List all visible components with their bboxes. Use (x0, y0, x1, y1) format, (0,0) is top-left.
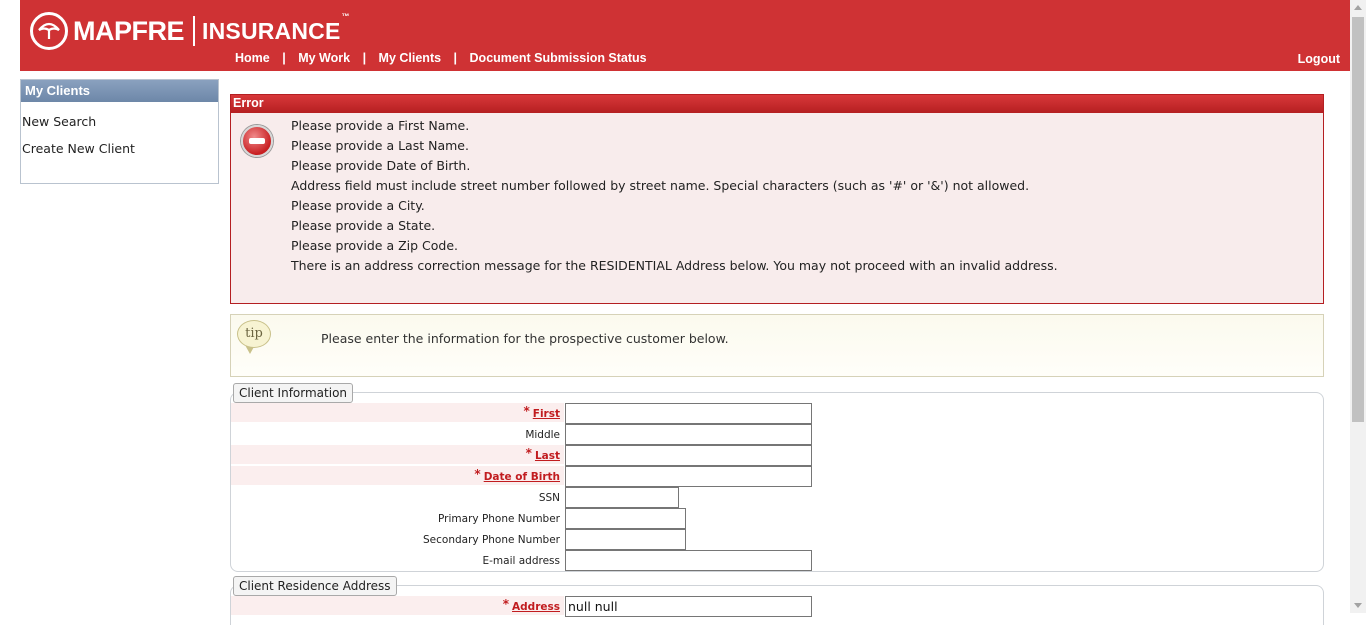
date-of-birth-row: * Date of Birth (231, 466, 564, 485)
nav-separator: | (453, 51, 458, 65)
secondary-phone-row: Secondary Phone Number (231, 529, 564, 548)
logo-divider (193, 16, 195, 46)
primary-phone-row: Primary Phone Number (231, 508, 564, 527)
email-input[interactable] (565, 550, 812, 571)
last-name-row: * Last (231, 445, 564, 464)
error-message: Please provide Date of Birth. (291, 158, 471, 173)
client-information-legend: Client Information (233, 383, 354, 403)
error-message: Please provide a State. (291, 218, 436, 233)
error-title: Error (231, 95, 1323, 113)
client-residence-address-legend: Client Residence Address (233, 576, 397, 596)
last-name-input[interactable] (565, 445, 812, 466)
sidebar-item-create-new-client[interactable]: Create New Client (21, 135, 218, 162)
date-of-birth-input[interactable] (565, 466, 812, 487)
logout-link[interactable]: Logout (1298, 52, 1340, 66)
logo-name: MAPFRE (73, 15, 185, 46)
error-message: Please provide a Zip Code. (291, 238, 459, 253)
sidebar-item-new-search[interactable]: New Search (21, 108, 218, 135)
stop-icon (241, 125, 273, 157)
secondary-phone-label: Secondary Phone Number (423, 534, 560, 546)
ssn-row: SSN (231, 487, 564, 506)
first-name-label[interactable]: * First (523, 404, 560, 422)
error-list: Please provide a First Name. Please prov… (291, 116, 1058, 276)
address-input[interactable]: null null (565, 596, 812, 617)
client-information-section: Client Information * First Middle * Last *… (230, 383, 1324, 572)
ssn-label: SSN (538, 492, 560, 504)
required-icon: * (523, 404, 530, 418)
email-label: E-mail address (482, 555, 560, 567)
scroll-down-icon[interactable] (1354, 603, 1362, 608)
app-header: MAPFRE INSURANCE™ Home | My Work | My Cl… (20, 0, 1350, 71)
middle-name-input[interactable] (565, 424, 812, 445)
mapfre-logo[interactable]: MAPFRE INSURANCE™ (30, 12, 350, 50)
nav-separator: | (362, 51, 367, 65)
umbrella-logo-icon (30, 12, 68, 50)
main-nav: Home | My Work | My Clients | Document S… (235, 51, 647, 65)
middle-name-label: Middle (525, 429, 560, 441)
error-message: Please provide a Last Name. (291, 138, 469, 153)
nav-home[interactable]: Home (235, 51, 270, 65)
client-residence-address-section: Client Residence Address * Address null n… (230, 576, 1324, 625)
error-message: There is an address correction message f… (291, 258, 1058, 273)
required-icon: * (502, 597, 510, 611)
primary-phone-label: Primary Phone Number (438, 513, 560, 525)
primary-phone-input[interactable] (565, 508, 686, 529)
middle-name-row: Middle (231, 424, 564, 443)
sidebar: My Clients New Search Create New Client (20, 79, 219, 184)
sidebar-title: My Clients (21, 80, 218, 102)
error-message: Address field must include street number… (291, 178, 1030, 193)
scrollbar-thumb[interactable] (1352, 17, 1364, 422)
error-message: Please provide a First Name. (291, 118, 470, 133)
first-name-row: * First (231, 403, 564, 422)
required-icon: * (474, 467, 481, 481)
tip-text: Please enter the information for the pro… (321, 331, 729, 346)
nav-my-clients[interactable]: My Clients (379, 51, 442, 65)
logo-suffix: INSURANCE™ (202, 11, 350, 44)
last-name-label[interactable]: * Last (526, 446, 560, 464)
nav-separator: | (282, 51, 286, 65)
address-row: * Address (231, 596, 564, 615)
tip-bubble-icon: tip (237, 320, 271, 348)
email-row: E-mail address (231, 550, 564, 569)
error-panel: Error Please provide a First Name. Pleas… (230, 94, 1324, 304)
tip-panel: tip Please enter the information for the… (230, 314, 1324, 377)
first-name-input[interactable] (565, 403, 812, 424)
scroll-up-icon[interactable] (1354, 5, 1362, 10)
ssn-input[interactable] (565, 487, 679, 508)
secondary-phone-input[interactable] (565, 529, 686, 550)
nav-document-submission-status[interactable]: Document Submission Status (470, 51, 647, 65)
required-icon: * (525, 446, 532, 460)
page-scrollbar[interactable] (1350, 0, 1366, 613)
nav-my-work[interactable]: My Work (298, 51, 350, 65)
date-of-birth-label[interactable]: * Date of Birth (474, 467, 560, 485)
error-message: Please provide a City. (291, 198, 425, 213)
